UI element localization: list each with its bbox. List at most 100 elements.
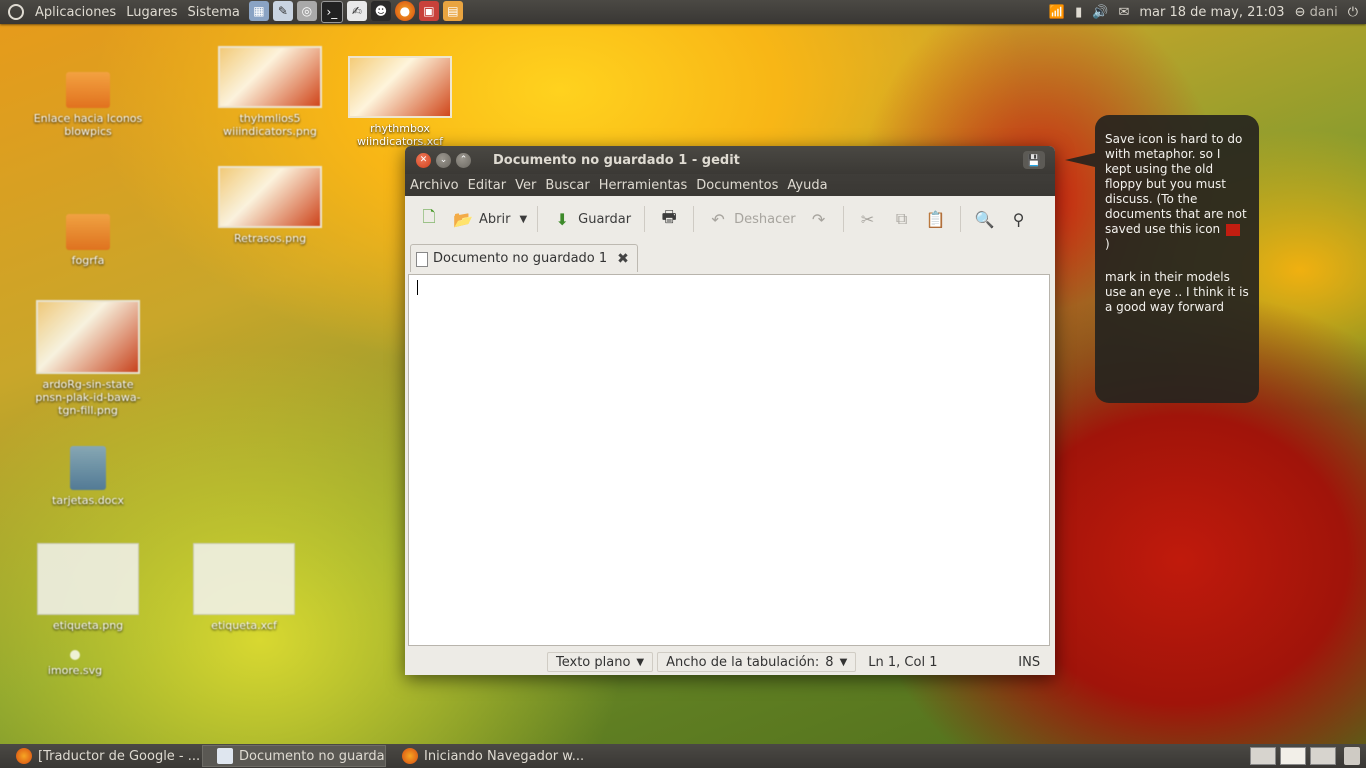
notes-icon[interactable]: ✍ [346, 1, 367, 21]
archive-icon[interactable]: ▤ [442, 1, 463, 21]
disk-icon[interactable]: ◎ [296, 1, 317, 21]
save-button[interactable]: ⬇ Guardar [546, 204, 636, 234]
menu-aplicaciones[interactable]: Aplicaciones [30, 5, 121, 20]
print-button[interactable]: 🖶 [653, 204, 685, 234]
minimize-window-button[interactable]: ⌄ [436, 152, 451, 168]
desktop-icon[interactable]: tarjetas.docx [33, 446, 143, 507]
menu-ayuda[interactable]: Ayuda [783, 178, 832, 193]
system-tray: 📶 ▮ 🔊 ✉ mar 18 de may, 21:03 ⊖ dani ⏻ [1049, 5, 1366, 20]
desktop-icon-label: imore.svg [47, 664, 103, 677]
mail-icon[interactable]: ✉ [1118, 5, 1129, 20]
workspace-1[interactable] [1250, 747, 1276, 765]
svg-file-icon [70, 650, 80, 660]
undo-button[interactable]: ↶ Deshacer [702, 204, 800, 234]
battery-icon[interactable]: ▮ [1075, 5, 1082, 20]
calculator-icon[interactable]: ▦ [248, 1, 269, 21]
desktop-icon[interactable]: thyhmlios5 wiiindicators.png [215, 46, 325, 138]
toolbar-separator [842, 206, 844, 232]
workspace-3[interactable] [1310, 747, 1336, 765]
new-button[interactable]: 🗋 [413, 204, 445, 234]
find-replace-icon: ⚲ [1012, 209, 1025, 229]
desktop-icon[interactable]: Retrasos.png [215, 166, 325, 245]
unsaved-floppy-icon: 💾 [1023, 151, 1045, 169]
gedit-window: ✕ ⌄ ⌃ Documento no guardado 1 - gedit 💾 … [405, 146, 1055, 675]
trash-icon[interactable] [1344, 747, 1360, 765]
language-selector[interactable]: Texto plano ▼ [547, 652, 654, 672]
bottom-panel: [Traductor de Google - ... Documento no … [0, 744, 1366, 768]
clock[interactable]: mar 18 de may, 21:03 [1139, 5, 1284, 20]
menu-lugares[interactable]: Lugares [121, 5, 182, 20]
redo-icon: ↷ [811, 209, 826, 229]
launcher-bar: ▦ ✎ ◎ ›_ ✍ ☻ ● ▣ ▤ [248, 1, 463, 23]
open-folder-icon: 📂 [453, 209, 473, 229]
workspace-switcher [1250, 747, 1344, 765]
printer-icon: 🖶 [661, 206, 677, 226]
taskbar-item-navegador[interactable]: Iniciando Navegador w... [388, 745, 586, 767]
menu-herramientas[interactable]: Herramientas [595, 178, 693, 193]
titlebar[interactable]: ✕ ⌄ ⌃ Documento no guardado 1 - gedit 💾 [405, 146, 1055, 174]
open-recent-dropdown[interactable]: ▼ [517, 210, 529, 229]
maximize-window-button[interactable]: ⌃ [456, 152, 471, 168]
desktop-icon[interactable]: ardoRg-sin-state pnsn-plak-id-bawa-tgn-f… [33, 300, 143, 417]
volume-icon[interactable]: 🔊 [1092, 5, 1108, 20]
annotation-text: ) [1105, 237, 1110, 251]
tux-icon[interactable]: ☻ [370, 1, 391, 21]
image-thumbnail-icon [37, 543, 139, 615]
taskbar-label: [Traductor de Google - ... [38, 748, 200, 764]
insert-mode: INS [1018, 654, 1041, 670]
menu-archivo[interactable]: Archivo [406, 178, 464, 193]
cut-button[interactable]: ✂ [852, 204, 884, 234]
firefox-icon [16, 748, 32, 764]
menu-buscar[interactable]: Buscar [541, 178, 594, 193]
ubuntu-logo-icon[interactable] [8, 4, 24, 20]
menu-editar[interactable]: Editar [464, 178, 512, 193]
desktop-icon[interactable]: rhythmbox wiindicators.xcf [345, 56, 455, 148]
wifi-icon[interactable]: 📶 [1049, 5, 1065, 20]
menu-sistema[interactable]: Sistema [183, 5, 245, 20]
text-editor-area[interactable] [408, 274, 1050, 646]
unsaved-floppy-icon [1226, 223, 1241, 236]
folder-icon [66, 72, 110, 108]
toolbar-separator [537, 206, 539, 232]
desktop-icon[interactable]: etiqueta.xcf [189, 543, 299, 632]
screenshot-icon[interactable]: ▣ [418, 1, 439, 21]
menu-documentos[interactable]: Documentos [692, 178, 783, 193]
clipboard-icon: 📋 [925, 209, 946, 229]
desktop-icon-label: ardoRg-sin-state pnsn-plak-id-bawa-tgn-f… [35, 378, 141, 417]
open-button[interactable]: 📂 Abrir [447, 204, 515, 234]
desktop-icon[interactable]: Enlace hacia Iconos blowpics [33, 72, 143, 138]
desktop-icon-label: thyhmlios5 wiiindicators.png [223, 112, 317, 138]
toolbar: 🗋 📂 Abrir ▼ ⬇ Guardar 🖶 ↶ Deshacer ↷ ✂ ⧉… [405, 196, 1055, 242]
workspace-2[interactable] [1280, 747, 1306, 765]
redo-button[interactable]: ↷ [803, 204, 835, 234]
taskbar-item-gedit[interactable]: Documento no guarda... [202, 745, 386, 767]
text-editor-icon[interactable]: ✎ [272, 1, 293, 21]
cursor-position: Ln 1, Col 1 [868, 654, 938, 670]
tab-documento-no-guardado-1[interactable]: Documento no guardado 1 ✖ [410, 244, 638, 272]
desktop-icon[interactable]: fogrfa [33, 214, 143, 267]
close-window-button[interactable]: ✕ [416, 152, 431, 168]
image-thumbnail-icon [193, 543, 295, 615]
terminal-icon[interactable]: ›_ [320, 1, 343, 23]
chevron-down-icon: ▼ [839, 656, 848, 668]
close-tab-icon[interactable]: ✖ [617, 251, 629, 267]
copy-button[interactable]: ⧉ [886, 204, 918, 234]
user-menu[interactable]: ⊖ dani [1295, 5, 1338, 20]
text-editor-icon [217, 748, 233, 764]
menubar: Archivo Editar Ver Buscar Herramientas D… [405, 174, 1055, 196]
tab-width-selector[interactable]: Ancho de la tabulación: 8 ▼ [657, 652, 857, 672]
replace-button[interactable]: ⚲ [1003, 204, 1035, 234]
desktop-icon[interactable]: imore.svg [20, 650, 130, 677]
image-thumbnail-icon [36, 300, 140, 374]
menu-ver[interactable]: Ver [511, 178, 541, 193]
desktop-icon-label: rhythmbox wiindicators.xcf [357, 122, 443, 148]
taskbar-item-traductor[interactable]: [Traductor de Google - ... [2, 745, 200, 767]
paste-button[interactable]: 📋 [920, 204, 952, 234]
desktop-icon[interactable]: etiqueta.png [33, 543, 143, 632]
word-document-icon [70, 446, 106, 490]
firefox-icon[interactable]: ● [394, 1, 415, 21]
document-icon [416, 252, 428, 267]
find-button[interactable]: 🔍 [969, 204, 1001, 234]
power-icon[interactable]: ⏻ [1348, 5, 1358, 20]
language-label: Texto plano [556, 654, 631, 670]
